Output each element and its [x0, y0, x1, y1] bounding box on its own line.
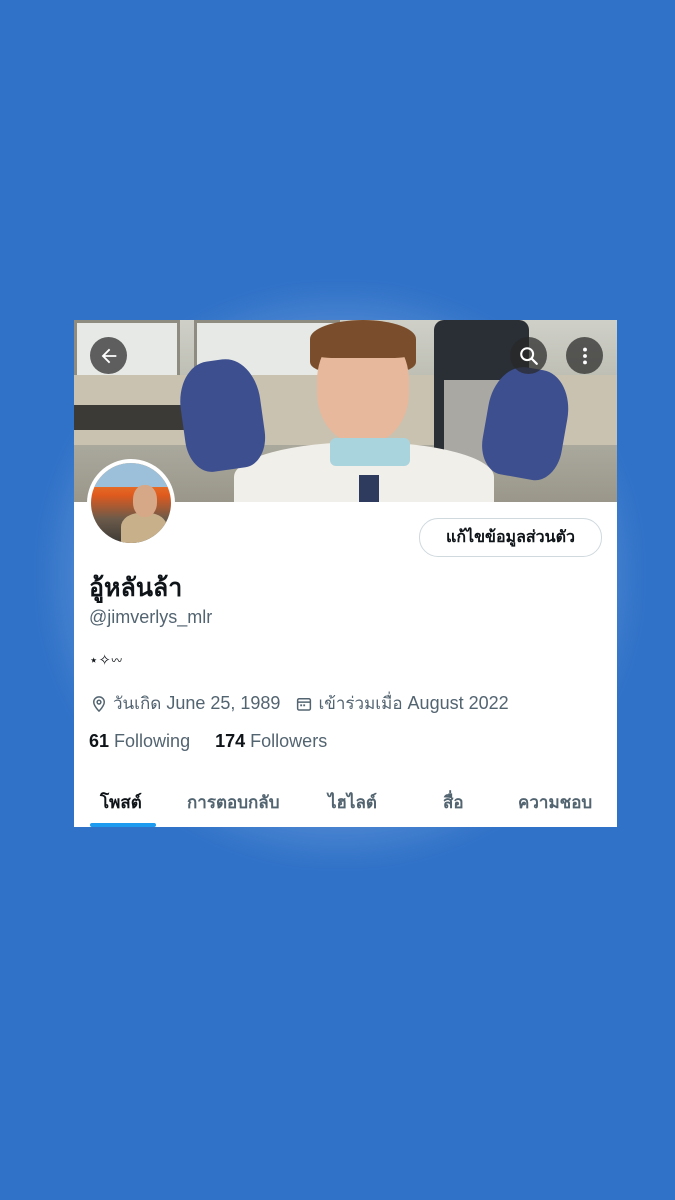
- joined-label: เข้าร่วมเมื่อ: [318, 694, 403, 713]
- location-pin-icon: [89, 694, 109, 714]
- banner-tie: [359, 475, 379, 502]
- tab-likes[interactable]: ความชอบ: [518, 789, 592, 816]
- back-arrow-icon: [101, 348, 116, 363]
- followers-link[interactable]: 174 Followers: [215, 731, 327, 751]
- birthday-label: วันเกิด: [113, 694, 162, 713]
- following-count: 61: [89, 731, 110, 751]
- edit-profile-button[interactable]: แก้ไขข้อมูลส่วนตัว: [419, 518, 602, 557]
- user-handle: @jimverlys_mlr: [89, 607, 213, 627]
- following-link[interactable]: 61 Following: [89, 731, 190, 751]
- search-icon: [519, 346, 538, 365]
- profile-tabs: โพสต์ การตอบกลับ ไฮไลต์ สื่อ ความชอบ: [74, 775, 617, 827]
- avatar-figure-body: [121, 513, 167, 543]
- profile-card: แก้ไขข้อมูลส่วนตัว อู้หลันล้า @jimverlys…: [74, 320, 617, 827]
- followers-label: Followers: [250, 731, 328, 751]
- banner-mask: [330, 438, 410, 466]
- calendar-icon: [294, 694, 314, 714]
- more-options-icon: [582, 347, 587, 364]
- joined-value: August 2022: [407, 693, 509, 713]
- banner-fringe: [310, 320, 416, 358]
- tab-posts[interactable]: โพสต์: [100, 789, 142, 816]
- bio-text: ⋆✧𖥦: [89, 652, 123, 669]
- more-options-button[interactable]: [566, 337, 603, 374]
- followers-count: 174: [215, 731, 246, 751]
- back-button[interactable]: [90, 337, 127, 374]
- search-button[interactable]: [510, 337, 547, 374]
- avatar-image: [91, 463, 171, 543]
- tab-replies[interactable]: การตอบกลับ: [187, 789, 280, 816]
- birthday-value: June 25, 1989: [166, 693, 281, 713]
- avatar-figure-face: [133, 485, 157, 517]
- following-label: Following: [114, 731, 191, 751]
- active-tab-indicator: [90, 823, 156, 827]
- tab-media[interactable]: สื่อ: [443, 789, 464, 816]
- profile-meta: วันเกิด June 25, 1989 เข้าร่วมเมื่อ Augu…: [89, 690, 509, 717]
- tab-highlights[interactable]: ไฮไลต์: [328, 789, 377, 816]
- follow-stats: 61 Following 174 Followers: [89, 731, 327, 752]
- avatar[interactable]: [87, 459, 175, 547]
- avatar-sky: [91, 463, 171, 487]
- display-name: อู้หลันล้า: [89, 574, 183, 602]
